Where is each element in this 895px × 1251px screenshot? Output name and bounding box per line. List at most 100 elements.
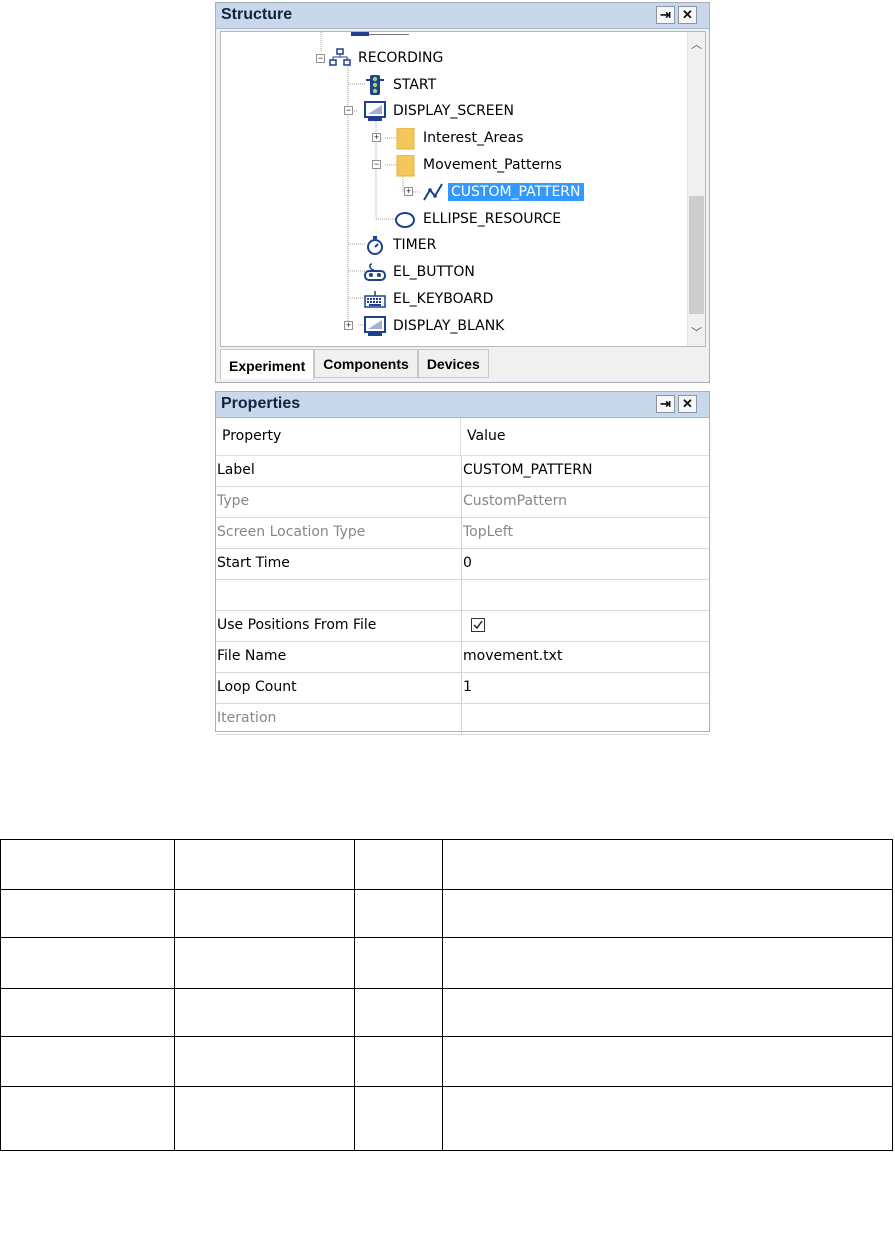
- table-cell: [442, 937, 893, 989]
- expander-movement-patterns[interactable]: −: [372, 160, 381, 169]
- tree-label: EL_KEYBOARD: [393, 291, 494, 307]
- tab-devices[interactable]: Devices: [417, 349, 489, 378]
- tree-node-el-keyboard[interactable]: EL_KEYBOARD: [364, 288, 496, 310]
- property-row-type: Type CustomPattern: [216, 487, 709, 518]
- tree-node-start[interactable]: START: [364, 74, 439, 96]
- table-cell: [442, 988, 893, 1037]
- property-value: [462, 704, 709, 734]
- close-icon[interactable]: ✕: [678, 395, 697, 413]
- table-row: [0, 988, 893, 1037]
- tree-scrollbar[interactable]: ︿ ﹀: [687, 32, 705, 346]
- table-cell: [174, 889, 355, 938]
- table-cell: [174, 988, 355, 1037]
- property-row-use-positions-from-file[interactable]: Use Positions From File: [216, 611, 709, 642]
- structure-panel: Structure ⇥ ✕ − RECORDING START − DISPLA…: [215, 2, 710, 383]
- tree-label: DISPLAY_SCREEN: [393, 103, 514, 119]
- structure-tabs: Experiment Components Devices: [220, 349, 489, 379]
- table-cell: [354, 988, 443, 1037]
- structure-title: Structure: [221, 6, 293, 23]
- property-row-start-time[interactable]: Start Time 0: [216, 549, 709, 580]
- tree-node-display-screen[interactable]: DISPLAY_SCREEN: [364, 100, 517, 122]
- tab-components[interactable]: Components: [314, 349, 418, 378]
- table-cell: [442, 1086, 893, 1151]
- tab-experiment[interactable]: Experiment: [220, 349, 315, 379]
- tree-label: TIMER: [393, 237, 437, 253]
- properties-titlebar: Properties ⇥ ✕: [216, 392, 709, 418]
- property-value[interactable]: movement.txt: [462, 642, 709, 672]
- keyboard-icon: [364, 289, 386, 309]
- tree-label: EL_BUTTON: [393, 264, 475, 280]
- property-value[interactable]: 1: [462, 673, 709, 703]
- property-value[interactable]: [462, 580, 709, 610]
- table-cell: [442, 839, 893, 890]
- table-cell: [174, 937, 355, 989]
- close-icon[interactable]: ✕: [678, 6, 697, 24]
- table-cell: [442, 1036, 893, 1087]
- tree-label: Interest_Areas: [423, 130, 524, 146]
- folder-icon: [394, 154, 416, 177]
- structure-tree[interactable]: − RECORDING START − DISPLAY_SCREEN + Int…: [220, 31, 706, 347]
- tree-node-display-blank[interactable]: DISPLAY_BLANK: [364, 315, 507, 337]
- tree-node-ellipse-resource[interactable]: ELLIPSE_RESOURCE: [394, 208, 564, 230]
- gamepad-icon: [364, 262, 386, 282]
- property-name: Start Time: [216, 549, 462, 579]
- table-cell: [442, 889, 893, 938]
- pin-icon[interactable]: ⇥: [656, 395, 675, 413]
- expander-recording[interactable]: −: [316, 54, 325, 63]
- expander-display-blank[interactable]: +: [344, 321, 353, 330]
- traffic-light-icon: [364, 75, 386, 95]
- tree-label: ELLIPSE_RESOURCE: [423, 211, 562, 227]
- property-row-file-name[interactable]: File Name movement.txt: [216, 642, 709, 673]
- property-value[interactable]: CUSTOM_PATTERN: [462, 456, 709, 486]
- checkmark-icon: [473, 620, 483, 630]
- table-cell: [0, 1036, 175, 1087]
- tree-node-interest-areas[interactable]: Interest_Areas: [394, 127, 526, 150]
- use-positions-checkbox[interactable]: [471, 618, 485, 632]
- tree-node-el-button[interactable]: EL_BUTTON: [364, 261, 478, 283]
- structure-titlebar: Structure ⇥ ✕: [216, 3, 709, 29]
- property-name: Type: [216, 487, 462, 517]
- property-row-loop-count[interactable]: Loop Count 1: [216, 673, 709, 704]
- properties-panel: Properties ⇥ ✕ Property Value Label CUST…: [215, 391, 710, 735]
- sequence-icon: [329, 48, 351, 68]
- property-value: CustomPattern: [463, 493, 568, 509]
- table-row: [0, 1086, 893, 1151]
- property-name: Use Positions From File: [216, 611, 462, 641]
- expander-interest-areas[interactable]: +: [372, 133, 381, 142]
- table-cell: [174, 839, 355, 890]
- expander-custom-pattern[interactable]: +: [404, 187, 413, 196]
- tree-node-recording[interactable]: RECORDING: [329, 47, 446, 69]
- property-name: Label: [216, 456, 462, 486]
- column-header-property[interactable]: Property: [216, 418, 461, 455]
- table-cell: [0, 1086, 175, 1151]
- table-row: [0, 839, 893, 890]
- pin-icon[interactable]: ⇥: [656, 6, 675, 24]
- monitor-icon: [364, 101, 386, 121]
- property-row-empty[interactable]: [216, 580, 709, 611]
- property-row-screen-location-type: Screen Location Type TopLeft: [216, 518, 709, 549]
- column-header-value[interactable]: Value: [461, 418, 505, 455]
- property-row-label[interactable]: Label CUSTOM_PATTERN: [216, 456, 709, 487]
- table-cell: [0, 889, 175, 938]
- property-name: Loop Count: [216, 673, 462, 703]
- property-value[interactable]: 0: [462, 549, 709, 579]
- property-value: [462, 611, 709, 641]
- tree-node-timer[interactable]: TIMER: [364, 234, 439, 256]
- tree-label: RECORDING: [358, 50, 444, 66]
- scroll-up-icon[interactable]: ︿: [688, 36, 705, 54]
- tree-node-custom-pattern[interactable]: CUSTOM_PATTERN: [422, 181, 584, 203]
- table-cell: [354, 937, 443, 989]
- expander-display-screen[interactable]: −: [344, 106, 353, 115]
- document-table: [0, 839, 893, 1151]
- tree-node-movement-patterns[interactable]: Movement_Patterns: [394, 154, 565, 177]
- properties-grid: Property Value Label CUSTOM_PATTERN Type…: [216, 418, 709, 735]
- property-name: File Name: [216, 642, 462, 672]
- table-cell: [354, 1086, 443, 1151]
- table-cell: [0, 988, 175, 1037]
- scroll-down-icon[interactable]: ﹀: [688, 324, 705, 342]
- table-cell: [0, 839, 175, 890]
- scroll-thumb[interactable]: [689, 196, 704, 314]
- stopwatch-icon: [364, 235, 386, 255]
- table-cell: [354, 839, 443, 890]
- table-row: [0, 937, 893, 989]
